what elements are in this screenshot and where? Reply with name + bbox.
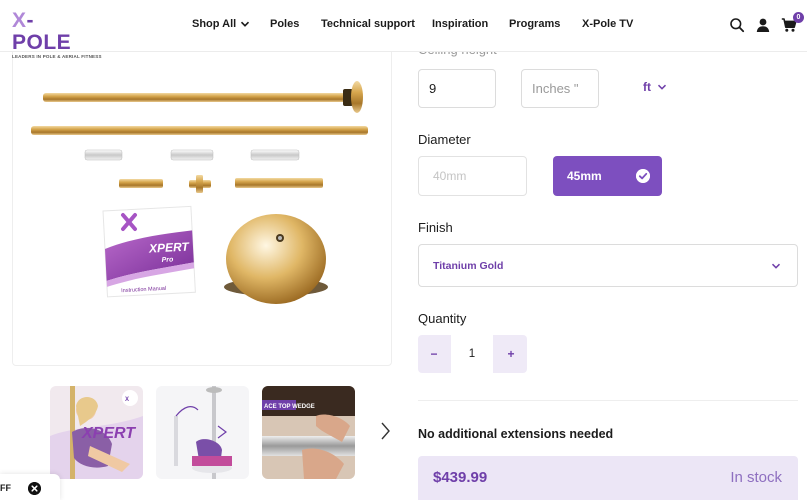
quantity-increment-button[interactable]: + [495, 335, 527, 373]
svg-text:XPERT: XPERT [81, 425, 136, 442]
cookie-banner: FF [0, 474, 60, 500]
stock-status: In stock [730, 469, 782, 486]
nav-programs-label: Programs [509, 18, 561, 30]
price: $439.99 [433, 469, 488, 486]
inches-input[interactable]: Inches " [521, 69, 599, 108]
logo-x: X [12, 9, 27, 32]
chevron-down-icon [657, 84, 667, 90]
finish-select[interactable]: Titanium Gold [418, 244, 798, 287]
nav-technical-support[interactable]: Technical support [321, 18, 415, 30]
nav-poles[interactable]: Poles [270, 18, 299, 30]
top-mount-thumbnail: ACE TOP WEDGE [262, 386, 355, 479]
chevron-right-icon[interactable] [378, 420, 392, 442]
main-product-image[interactable]: XPERT Pro Instruction Manual [12, 48, 392, 366]
quantity-value[interactable]: 1 [451, 335, 493, 373]
price-bar: $439.99 In stock [418, 456, 798, 500]
manual-sub-text: Pro [161, 256, 174, 264]
quantity-stepper: − 1 + [418, 335, 527, 373]
svg-text:X: X [125, 397, 129, 403]
nav-xpole-tv-label: X-Pole TV [582, 18, 634, 30]
ceiling-height-input[interactable]: 9 [418, 69, 496, 108]
chevron-down-icon [241, 21, 250, 27]
section-divider [418, 400, 798, 401]
nav-inspiration[interactable]: Inspiration [432, 18, 488, 30]
xpole-logo[interactable]: X-POLE LEADERS IN POLE & AERIAL FITNESS [12, 9, 101, 60]
nav-xpole-tv[interactable]: X-Pole TV [582, 18, 633, 30]
nav-inspiration-label: Inspiration [432, 18, 489, 30]
unit-select[interactable]: ft [643, 80, 667, 94]
manual-brand-text: XPERT [148, 239, 191, 255]
close-icon[interactable] [28, 482, 41, 495]
quantity-label: Quantity [418, 311, 467, 326]
nav-technical-support-label: Technical support [321, 18, 415, 30]
unit-select-value: ft [643, 80, 651, 94]
thumbnail-2[interactable] [156, 386, 249, 479]
diameter-45mm-label: 45mm [567, 169, 602, 183]
quantity-decrement-button[interactable]: − [418, 335, 450, 373]
thumbnail-1[interactable]: XPERT X [50, 386, 143, 479]
site-header: X-POLE LEADERS IN POLE & AERIAL FITNESS … [0, 0, 807, 60]
nav-shop-all-label: Shop All [192, 18, 237, 30]
chevron-down-icon [771, 263, 781, 269]
svg-text:ACE TOP WEDGE: ACE TOP WEDGE [264, 404, 315, 410]
checkmark-icon [636, 169, 650, 183]
nav-poles-label: Poles [270, 18, 300, 30]
cart-count-badge: 0 [793, 12, 804, 23]
finish-select-value: Titanium Gold [433, 259, 504, 272]
diameter-label: Diameter [418, 132, 471, 147]
pole-kit-illustration: XPERT Pro Instruction Manual [31, 81, 368, 304]
logo-tagline: LEADERS IN POLE & AERIAL FITNESS [12, 54, 102, 59]
diameter-45mm-option[interactable]: 45mm [553, 156, 662, 196]
performer-thumbnail: XPERT X [50, 386, 143, 479]
nav-programs[interactable]: Programs [509, 18, 560, 30]
diameter-40mm-option[interactable]: 40mm [418, 156, 527, 196]
nav-shop-all[interactable]: Shop All [192, 18, 250, 30]
extension-note: No additional extensions needed [418, 427, 614, 441]
finish-label: Finish [418, 220, 453, 235]
thumbnail-3[interactable]: ACE TOP WEDGE [262, 386, 355, 479]
diameter-40mm-label: 40mm [433, 169, 467, 183]
account-icon[interactable] [755, 17, 771, 33]
pole-assembly-thumbnail [156, 386, 249, 479]
search-icon[interactable] [729, 17, 745, 33]
cookie-banner-text: FF [0, 483, 11, 493]
